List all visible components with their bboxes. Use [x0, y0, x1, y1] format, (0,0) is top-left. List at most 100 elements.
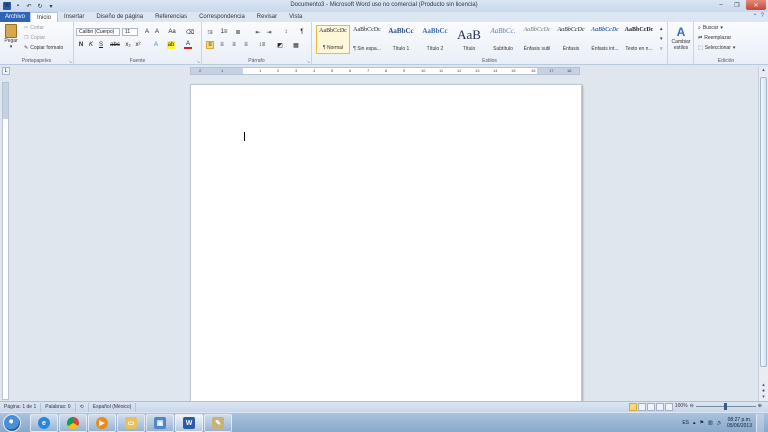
align-right-icon[interactable]: ≡ — [230, 41, 238, 49]
align-left-icon[interactable]: ≡ — [206, 41, 214, 49]
close-button[interactable]: ✕ — [746, 0, 766, 10]
shading-icon[interactable]: ◩ — [276, 41, 284, 49]
start-button[interactable] — [3, 414, 21, 432]
tab-review[interactable]: Revisar — [251, 12, 283, 22]
volume-icon[interactable]: 🔈 — [717, 420, 723, 426]
subscript-icon[interactable]: x₂ — [124, 41, 132, 49]
change-styles-button[interactable]: A Cambiar estilos — [669, 25, 693, 51]
superscript-icon[interactable]: x² — [134, 41, 142, 49]
styles-scroll[interactable]: ▴ ▾ ▿ — [660, 26, 663, 52]
shrink-font-icon[interactable]: A — [153, 28, 161, 36]
redo-icon[interactable]: ↻ — [36, 2, 44, 10]
replace-button[interactable]: ⇄ Reemplazar — [698, 35, 731, 41]
full-screen-view-icon[interactable] — [638, 403, 646, 411]
document-area[interactable] — [11, 76, 758, 404]
browse-object-icon[interactable]: ▴ ● ▾ — [759, 382, 768, 400]
maximize-button[interactable]: ❐ — [730, 0, 744, 10]
document-page[interactable] — [190, 84, 582, 404]
flag-icon[interactable]: ⚑ — [700, 420, 704, 426]
line-spacing-icon[interactable]: ↕≡ — [258, 41, 266, 49]
dialog-launcher-icon[interactable]: ↘ — [307, 59, 310, 64]
justify-icon[interactable]: ≡ — [242, 41, 250, 49]
help-icon[interactable]: ? — [761, 13, 764, 20]
font-color-icon[interactable]: A — [184, 41, 192, 49]
underline-icon[interactable]: S — [97, 41, 105, 49]
tab-home[interactable]: Inicio — [30, 12, 59, 22]
page-count[interactable]: Página: 1 de 1 — [0, 402, 42, 412]
highlight-icon[interactable]: ab — [167, 41, 175, 49]
show-hidden-icons-icon[interactable]: ▴ — [693, 420, 696, 426]
align-center-icon[interactable]: ≡ — [218, 41, 226, 49]
word-logo-icon[interactable]: W — [3, 2, 11, 10]
more-icon[interactable]: ▿ — [660, 46, 663, 52]
chevron-down-icon[interactable]: ▾ — [660, 36, 663, 42]
show-desktop-button[interactable] — [756, 413, 764, 432]
outline-view-icon[interactable] — [656, 403, 664, 411]
minimize-button[interactable]: – — [714, 0, 728, 10]
style-title[interactable]: AaB Título — [452, 25, 486, 54]
italic-icon[interactable]: K — [87, 41, 95, 49]
zoom-slider[interactable] — [695, 402, 756, 410]
font-size-select[interactable]: 11 — [122, 28, 138, 36]
minimize-ribbon-icon[interactable]: ⌃ — [753, 13, 758, 20]
style-normal[interactable]: AaBbCcDc ¶ Normal — [316, 25, 350, 54]
select-button[interactable]: ⬚ Seleccionar ▾ — [698, 45, 735, 51]
bullets-icon[interactable]: ⁝≡ — [206, 28, 214, 36]
copy-button[interactable]: ❐ Copiar — [24, 35, 45, 41]
style-subtitle[interactable]: AaBbCc. Subtítulo — [486, 25, 520, 54]
tab-file[interactable]: Archivo — [0, 12, 31, 22]
format-painter-button[interactable]: ✎ Copiar formato — [24, 45, 63, 51]
multilevel-list-icon[interactable]: ≣ — [234, 28, 242, 36]
scroll-up-icon[interactable]: ▴ — [759, 67, 768, 76]
tab-page-layout[interactable]: Diseño de página — [90, 12, 149, 22]
chrome-icon[interactable] — [59, 414, 87, 432]
borders-icon[interactable]: ▦ — [292, 41, 300, 49]
photo-viewer-icon[interactable]: ▣ — [146, 414, 174, 432]
find-button[interactable]: ⌕ Buscar ▾ — [698, 25, 723, 31]
zoom-knob[interactable] — [723, 402, 727, 410]
zoom-level[interactable]: 100% — [675, 403, 688, 409]
style-intense-emphasis[interactable]: AaBbCcDc Énfasis int... — [588, 25, 622, 54]
style-heading-2[interactable]: AaBbCc Título 2 — [418, 25, 452, 54]
paint-icon[interactable]: ✎ — [204, 414, 232, 432]
web-layout-view-icon[interactable] — [647, 403, 655, 411]
tab-selector-icon[interactable]: L — [2, 67, 10, 75]
decrease-indent-icon[interactable]: ⇤ — [254, 28, 262, 36]
numbering-icon[interactable]: 1≡ — [220, 28, 228, 36]
style-emphasis[interactable]: AaBbCcDc Énfasis — [554, 25, 588, 54]
dialog-launcher-icon[interactable]: ↘ — [69, 59, 72, 64]
cut-button[interactable]: ✂ Cortar — [24, 25, 44, 31]
customize-qat-icon[interactable]: ▾ — [47, 2, 55, 10]
tab-view[interactable]: Vista — [283, 12, 308, 22]
save-icon[interactable]: ▪ — [14, 2, 22, 10]
vertical-scrollbar[interactable]: ▴ ▴ ● ▾ — [758, 67, 768, 401]
print-layout-view-icon[interactable] — [629, 403, 637, 411]
font-name-select[interactable]: Calibri (Cuerpo) — [76, 28, 120, 36]
style-subtle-emphasis[interactable]: AaBbCcDc Énfasis sutil — [520, 25, 554, 54]
text-effects-icon[interactable]: A — [152, 41, 160, 49]
tab-mailings[interactable]: Correspondencia — [193, 12, 251, 22]
sort-icon[interactable]: ↕ — [282, 28, 290, 36]
paste-button[interactable]: Pegar ▾ — [2, 24, 20, 50]
style-strong[interactable]: AaBbCcDc Texto en n... — [622, 25, 656, 54]
zoom-in-icon[interactable]: ⊕ — [758, 403, 762, 409]
style-no-spacing[interactable]: AaBbCcDc ¶ Sin espa... — [350, 25, 384, 54]
dialog-launcher-icon[interactable]: ↘ — [197, 59, 200, 64]
zoom-out-icon[interactable]: ⊖ — [690, 403, 694, 409]
draft-view-icon[interactable] — [665, 403, 673, 411]
strikethrough-icon[interactable]: abc — [110, 41, 120, 49]
tab-insert[interactable]: Insertar — [58, 12, 90, 22]
undo-icon[interactable]: ↶ — [25, 2, 33, 10]
tab-references[interactable]: Referencias — [149, 12, 193, 22]
change-case-icon[interactable]: Aa — [168, 28, 176, 36]
horizontal-ruler[interactable]: 2 1 1 2 3 4 5 6 7 8 9 10 11 12 13 14 15 … — [190, 67, 580, 75]
internet-explorer-icon[interactable]: e — [30, 414, 58, 432]
proofing-icon[interactable]: ⟲ — [76, 402, 89, 412]
grow-font-icon[interactable]: A — [143, 28, 151, 36]
language-bar[interactable]: ES — [682, 420, 689, 426]
word-count[interactable]: Palabras: 0 — [41, 402, 76, 412]
vertical-ruler[interactable] — [2, 82, 9, 400]
scroll-thumb[interactable] — [760, 77, 767, 367]
language-indicator[interactable]: Español (México) — [89, 402, 137, 412]
network-icon[interactable]: ▥ — [708, 420, 713, 426]
